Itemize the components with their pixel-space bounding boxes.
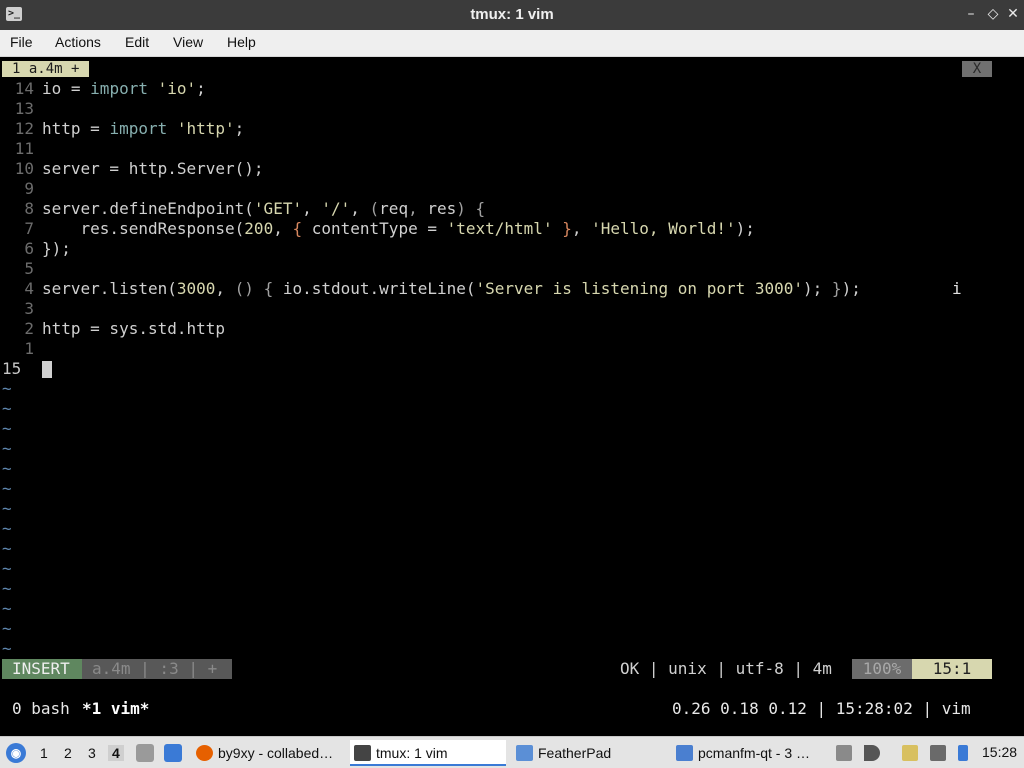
task-firefox[interactable]: by9xy - collabed… [192,740,346,766]
tmux-window-vim[interactable]: *1 vim* [82,699,149,719]
line-number: 9 [24,179,34,198]
terminal-icon [354,745,371,761]
workspace-1[interactable]: 1 [40,745,48,761]
close-button[interactable]: ✕ [1004,5,1022,23]
volume-icon[interactable] [864,745,880,761]
taskbar: ◉ 1 2 3 4 by9xy - collabed… tmux: 1 vim … [0,736,1024,768]
file-manager-launcher-icon[interactable] [136,744,154,762]
firefox-icon [196,745,213,761]
code-text: server = http.Server(); [42,159,264,178]
featherpad-icon [516,745,533,761]
text-cursor [42,361,52,378]
vim-scroll-percent: 100% [852,659,912,679]
code-text: http = sys.std.http [42,319,226,338]
menu-file[interactable]: File [10,34,33,50]
code-text: res.sendResponse(200, { contentType = 't… [42,219,755,238]
menu-actions[interactable]: Actions [55,34,101,50]
menu-edit[interactable]: Edit [125,34,149,50]
task-label: FeatherPad [538,745,612,761]
vim-file-format: OK | unix | utf-8 | 4m [620,659,832,678]
code-text: http = import 'http'; [42,119,245,138]
task-tmux[interactable]: tmux: 1 vim [350,740,506,766]
line-number: 8 [24,199,34,218]
window-title: tmux: 1 vim [470,6,554,23]
tilde-marker: ~ [2,519,12,538]
line-number: 10 [14,159,34,178]
line-number: 13 [14,99,34,118]
window-titlebar: >_ tmux: 1 vim – ◇ ✕ [0,0,1024,30]
menu-help[interactable]: Help [227,34,256,50]
vim-cursor-position: 15:1 [912,659,992,679]
menu-view[interactable]: View [173,34,203,50]
minimize-button[interactable]: – [962,5,980,23]
tilde-marker: ~ [2,499,12,518]
workspace-3[interactable]: 3 [88,745,96,761]
tilde-marker: ~ [2,539,12,558]
code-text: io = import 'io'; [42,79,206,98]
notes-icon[interactable] [902,745,918,761]
line-number: 14 [14,79,34,98]
tilde-marker: ~ [2,399,12,418]
tilde-marker: ~ [2,439,12,458]
insert-marker: i [952,279,962,298]
tilde-marker: ~ [2,479,12,498]
workspace-2[interactable]: 2 [64,745,72,761]
vim-tab-close-button[interactable]: X [962,61,992,77]
tmux-statusbar: 0 bash *1 vim* 0.26 0.18 0.12 | 15:28:02… [0,699,1024,719]
task-label: by9xy - collabed… [218,745,334,761]
line-number: 7 [24,219,34,238]
code-text: server.defineEndpoint('GET', '/', (req, … [42,199,486,218]
maximize-button[interactable]: ◇ [984,5,1002,23]
task-label: pcmanfm-qt - 3 … [698,745,811,761]
clipboard-icon[interactable] [836,745,852,761]
line-number: 3 [24,299,34,318]
line-number: 11 [14,139,34,158]
line-number: 5 [24,259,34,278]
task-label: tmux: 1 vim [376,745,448,761]
tilde-marker: ~ [2,559,12,578]
show-desktop-icon[interactable] [164,744,182,762]
vim-tab[interactable]: 1 a.4m + [2,61,90,77]
tilde-marker: ~ [2,419,12,438]
code-text: server.listen(3000, () { io.stdout.write… [42,279,861,298]
vim-file-info: a.4m | :3 | + [82,659,232,679]
tmux-window-bash[interactable]: 0 bash [12,699,70,719]
tilde-marker: ~ [2,579,12,598]
tilde-marker: ~ [2,639,12,658]
line-number: 12 [14,119,34,138]
tilde-marker: ~ [2,459,12,478]
task-pcmanfm[interactable]: pcmanfm-qt - 3 … [672,740,826,766]
line-number: 2 [24,319,34,338]
vim-statusline: INSERT a.4m | :3 | + OK | unix | utf-8 |… [0,659,1024,679]
folder-icon [676,745,693,761]
tilde-marker: ~ [2,619,12,638]
task-featherpad[interactable]: FeatherPad [512,740,668,766]
terminal-area[interactable]: 1 a.4m + X 14 io = import 'io'; 13 12 http =… [0,57,1024,736]
tmux-status-right: 0.26 0.18 0.12 | 15:28:02 | vim [672,699,971,718]
workspace-4[interactable]: 4 [108,745,124,761]
terminal-tray-icon[interactable] [958,745,968,761]
clock: 15:28 [982,744,1018,760]
vim-mode: INSERT [2,659,82,679]
line-number: 4 [24,279,34,298]
line-number: 1 [24,339,34,358]
line-number: 6 [24,239,34,258]
start-menu-icon[interactable]: ◉ [6,743,26,763]
line-number: 15 [2,359,22,378]
tilde-marker: ~ [2,599,12,618]
network-icon[interactable] [930,745,946,761]
code-text: }); [42,239,71,258]
menu-bar: File Actions Edit View Help [0,30,1024,57]
tilde-marker: ~ [2,379,12,398]
